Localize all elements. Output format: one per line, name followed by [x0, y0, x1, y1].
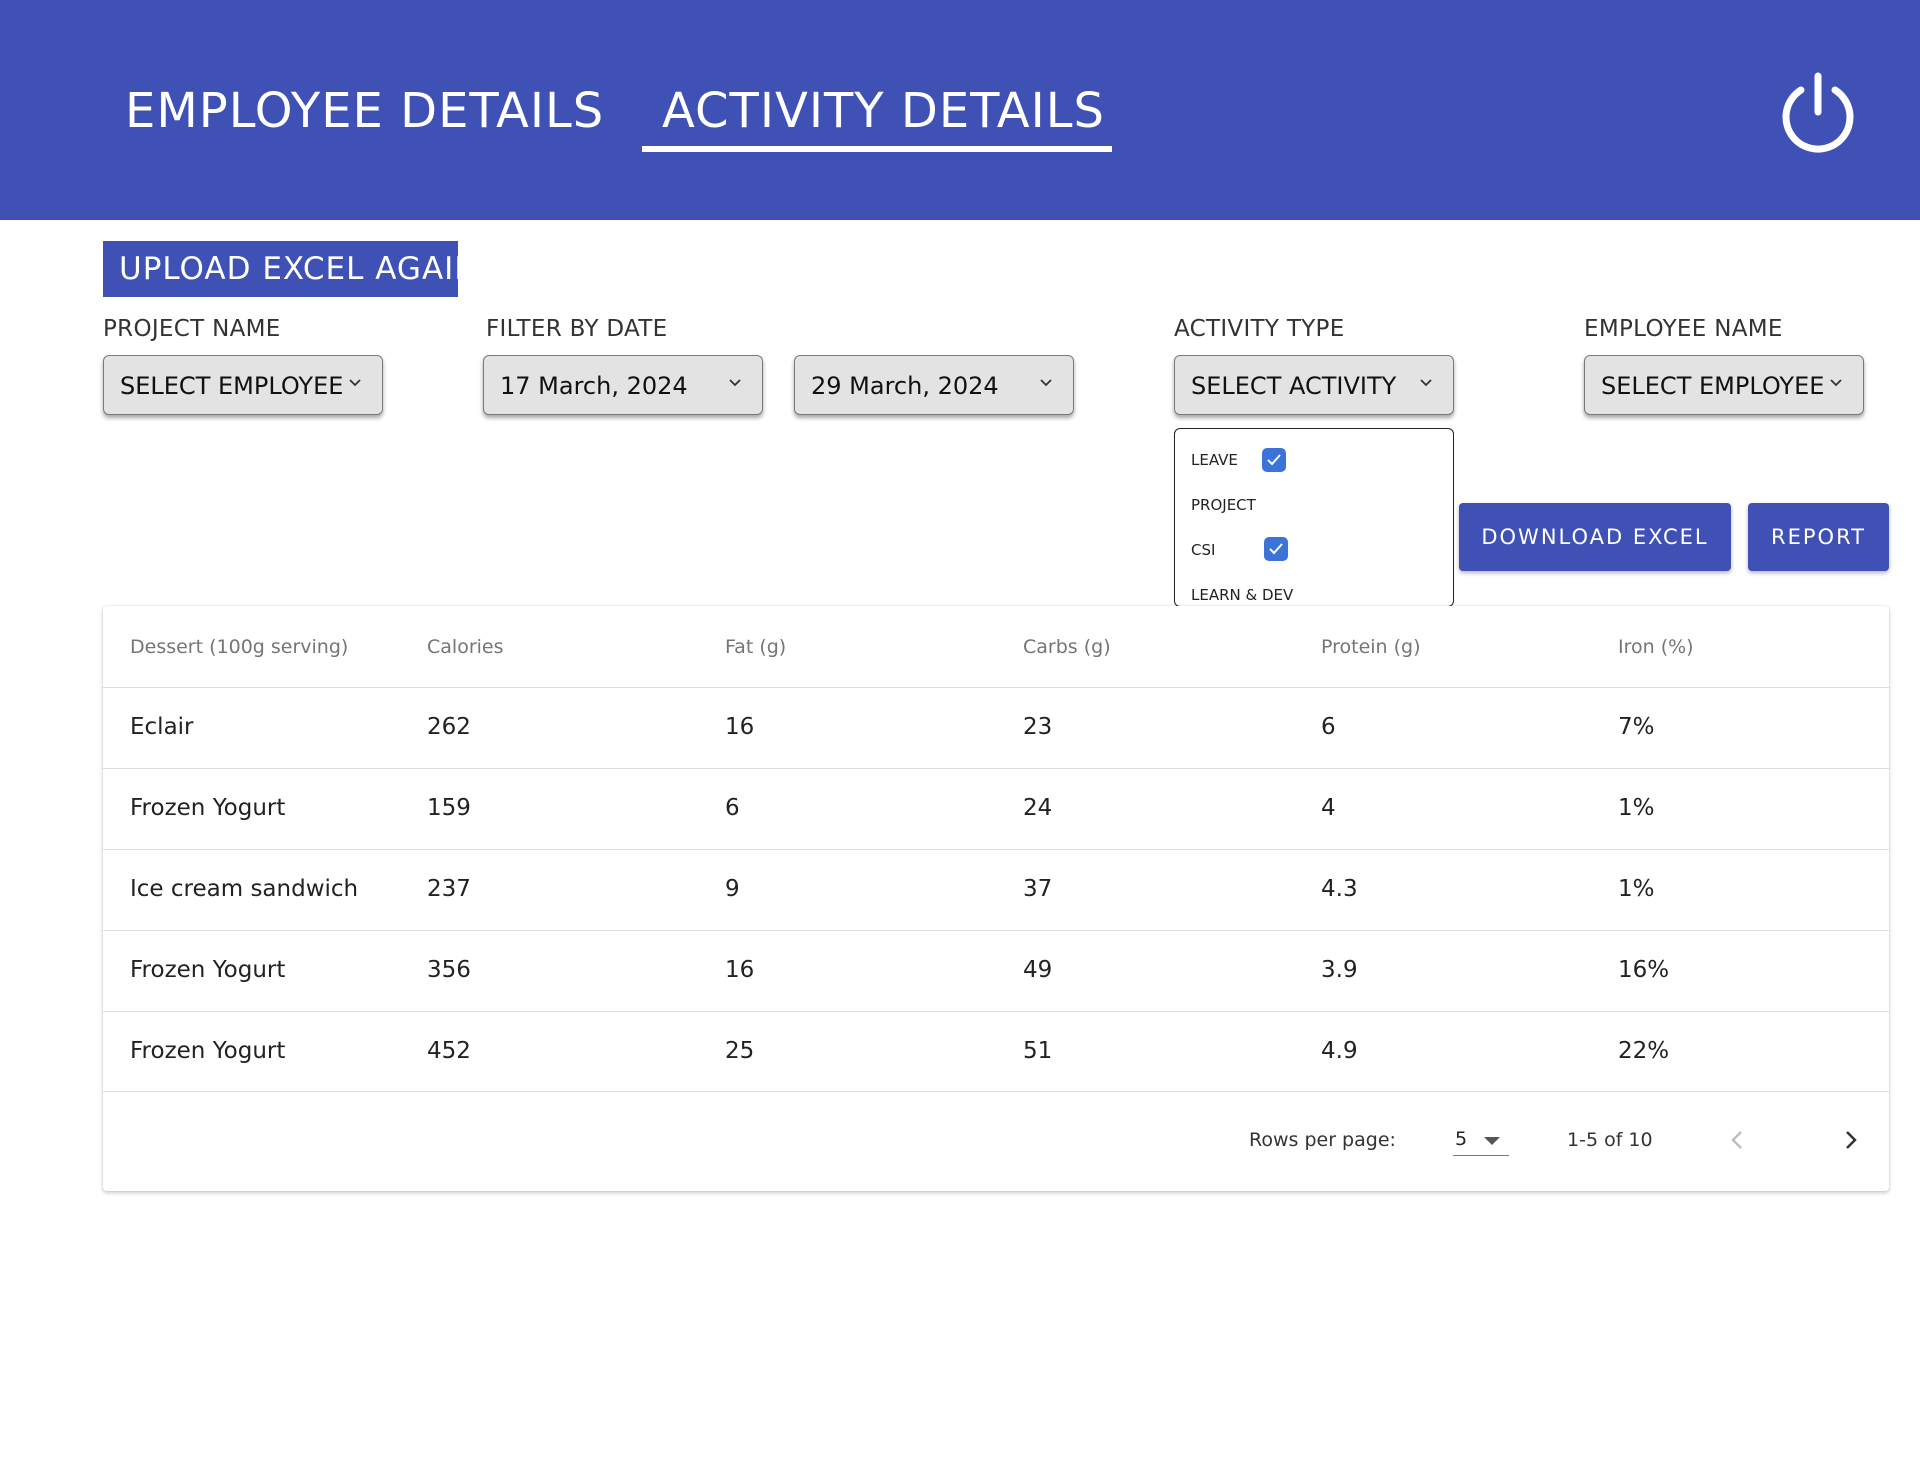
column-header-carbs[interactable]: Carbs (g) [1023, 636, 1111, 658]
csi-checkbox[interactable] [1264, 537, 1288, 561]
cell-iron: 1% [1618, 876, 1655, 902]
column-header-fat[interactable]: Fat (g) [725, 636, 786, 658]
date-to-value: 29 March, 2024 [811, 372, 999, 400]
column-header-protein[interactable]: Protein (g) [1321, 636, 1421, 658]
cell-protein: 3.9 [1321, 957, 1358, 983]
cell-protein: 4.3 [1321, 876, 1358, 902]
cell-calories: 452 [427, 1038, 471, 1064]
check-icon [1267, 454, 1281, 466]
next-page-icon[interactable] [1836, 1126, 1864, 1154]
activity-select-value: SELECT ACTIVITY [1191, 372, 1397, 400]
cell-carbs: 23 [1023, 714, 1053, 740]
activity-option-csi[interactable]: CSI [1191, 541, 1215, 559]
cell-calories: 237 [427, 876, 471, 902]
activity-dropdown-list: LEAVE PROJECT CSI LEARN & DEV [1174, 428, 1454, 607]
chevron-down-icon [1040, 379, 1052, 387]
tab-activity-details[interactable]: ACTIVITY DETAILS [662, 80, 1105, 142]
cell-fat: 16 [725, 714, 755, 740]
cell-carbs: 37 [1023, 876, 1053, 902]
date-to-select[interactable]: 29 March, 2024 [794, 355, 1074, 415]
rows-per-page-select[interactable]: 5 [1453, 1118, 1509, 1156]
cell-protein: 4 [1321, 795, 1336, 821]
table-row[interactable]: Frozen Yogurt 452 25 51 4.9 22% [103, 1011, 1889, 1092]
active-tab-indicator [642, 146, 1112, 152]
filter-by-date-label: FILTER BY DATE [486, 316, 668, 342]
cell-iron: 1% [1618, 795, 1655, 821]
employee-name-label: EMPLOYEE NAME [1584, 316, 1783, 342]
cell-iron: 22% [1618, 1038, 1670, 1064]
cell-dessert: Frozen Yogurt [130, 957, 286, 983]
employee-select-value: SELECT EMPLOYEE [1601, 372, 1825, 400]
power-icon[interactable] [1775, 70, 1861, 156]
app-header: EMPLOYEE DETAILS ACTIVITY DETAILS [0, 0, 1920, 220]
cell-protein: 4.9 [1321, 1038, 1358, 1064]
cell-carbs: 49 [1023, 957, 1053, 983]
activity-option-leave[interactable]: LEAVE [1191, 451, 1238, 469]
project-name-label: PROJECT NAME [103, 316, 281, 342]
cell-dessert: Frozen Yogurt [130, 795, 286, 821]
table-row[interactable]: Ice cream sandwich 237 9 37 4.3 1% [103, 849, 1889, 930]
cell-carbs: 24 [1023, 795, 1053, 821]
check-icon [1269, 543, 1283, 555]
cell-calories: 262 [427, 714, 471, 740]
cell-iron: 16% [1618, 957, 1670, 983]
cell-fat: 9 [725, 876, 740, 902]
activity-type-label: ACTIVITY TYPE [1174, 316, 1345, 342]
cell-fat: 16 [725, 957, 755, 983]
activity-option-learn-dev[interactable]: LEARN & DEV [1191, 586, 1293, 604]
employee-name-select[interactable]: SELECT EMPLOYEE [1584, 355, 1864, 415]
column-header-calories[interactable]: Calories [427, 636, 504, 658]
cell-carbs: 51 [1023, 1038, 1053, 1064]
cell-calories: 159 [427, 795, 471, 821]
rows-per-page-label: Rows per page: [1249, 1129, 1396, 1151]
tab-employee-details[interactable]: EMPLOYEE DETAILS [125, 80, 604, 142]
download-excel-button[interactable]: DOWNLOAD EXCEL [1459, 503, 1731, 571]
activity-type-select[interactable]: SELECT ACTIVITY [1174, 355, 1454, 415]
previous-page-icon[interactable] [1724, 1126, 1752, 1154]
chevron-down-icon [1420, 379, 1432, 387]
table-row[interactable]: Frozen Yogurt 356 16 49 3.9 16% [103, 930, 1889, 1011]
chevron-down-icon [1830, 379, 1842, 387]
date-from-value: 17 March, 2024 [500, 372, 688, 400]
cell-dessert: Frozen Yogurt [130, 1038, 286, 1064]
table-row[interactable]: Eclair 262 16 23 6 7% [103, 687, 1889, 768]
leave-checkbox[interactable] [1262, 448, 1286, 472]
caret-down-icon [1484, 1137, 1500, 1145]
chevron-down-icon [349, 379, 361, 387]
date-from-select[interactable]: 17 March, 2024 [483, 355, 763, 415]
cell-iron: 7% [1618, 714, 1655, 740]
project-select-value: SELECT EMPLOYEE [120, 372, 344, 400]
pagination-range: 1-5 of 10 [1567, 1129, 1653, 1151]
chevron-down-icon [729, 379, 741, 387]
cell-dessert: Eclair [130, 714, 194, 740]
column-header-iron[interactable]: Iron (%) [1618, 636, 1694, 658]
cell-dessert: Ice cream sandwich [130, 876, 359, 902]
rows-per-page-value: 5 [1455, 1128, 1468, 1150]
column-header-dessert[interactable]: Dessert (100g serving) [130, 636, 348, 658]
upload-excel-again-button[interactable]: UPLOAD EXCEL AGAIN [103, 241, 477, 297]
cell-fat: 25 [725, 1038, 755, 1064]
cell-protein: 6 [1321, 714, 1336, 740]
report-button[interactable]: REPORT [1748, 503, 1889, 571]
table-row[interactable]: Frozen Yogurt 159 6 24 4 1% [103, 768, 1889, 849]
activity-option-project[interactable]: PROJECT [1191, 496, 1256, 514]
data-table: Dessert (100g serving) Calories Fat (g) … [103, 606, 1889, 1191]
project-name-select[interactable]: SELECT SELECT EMPLOYEE [103, 355, 383, 415]
cell-fat: 6 [725, 795, 740, 821]
cell-calories: 356 [427, 957, 471, 983]
